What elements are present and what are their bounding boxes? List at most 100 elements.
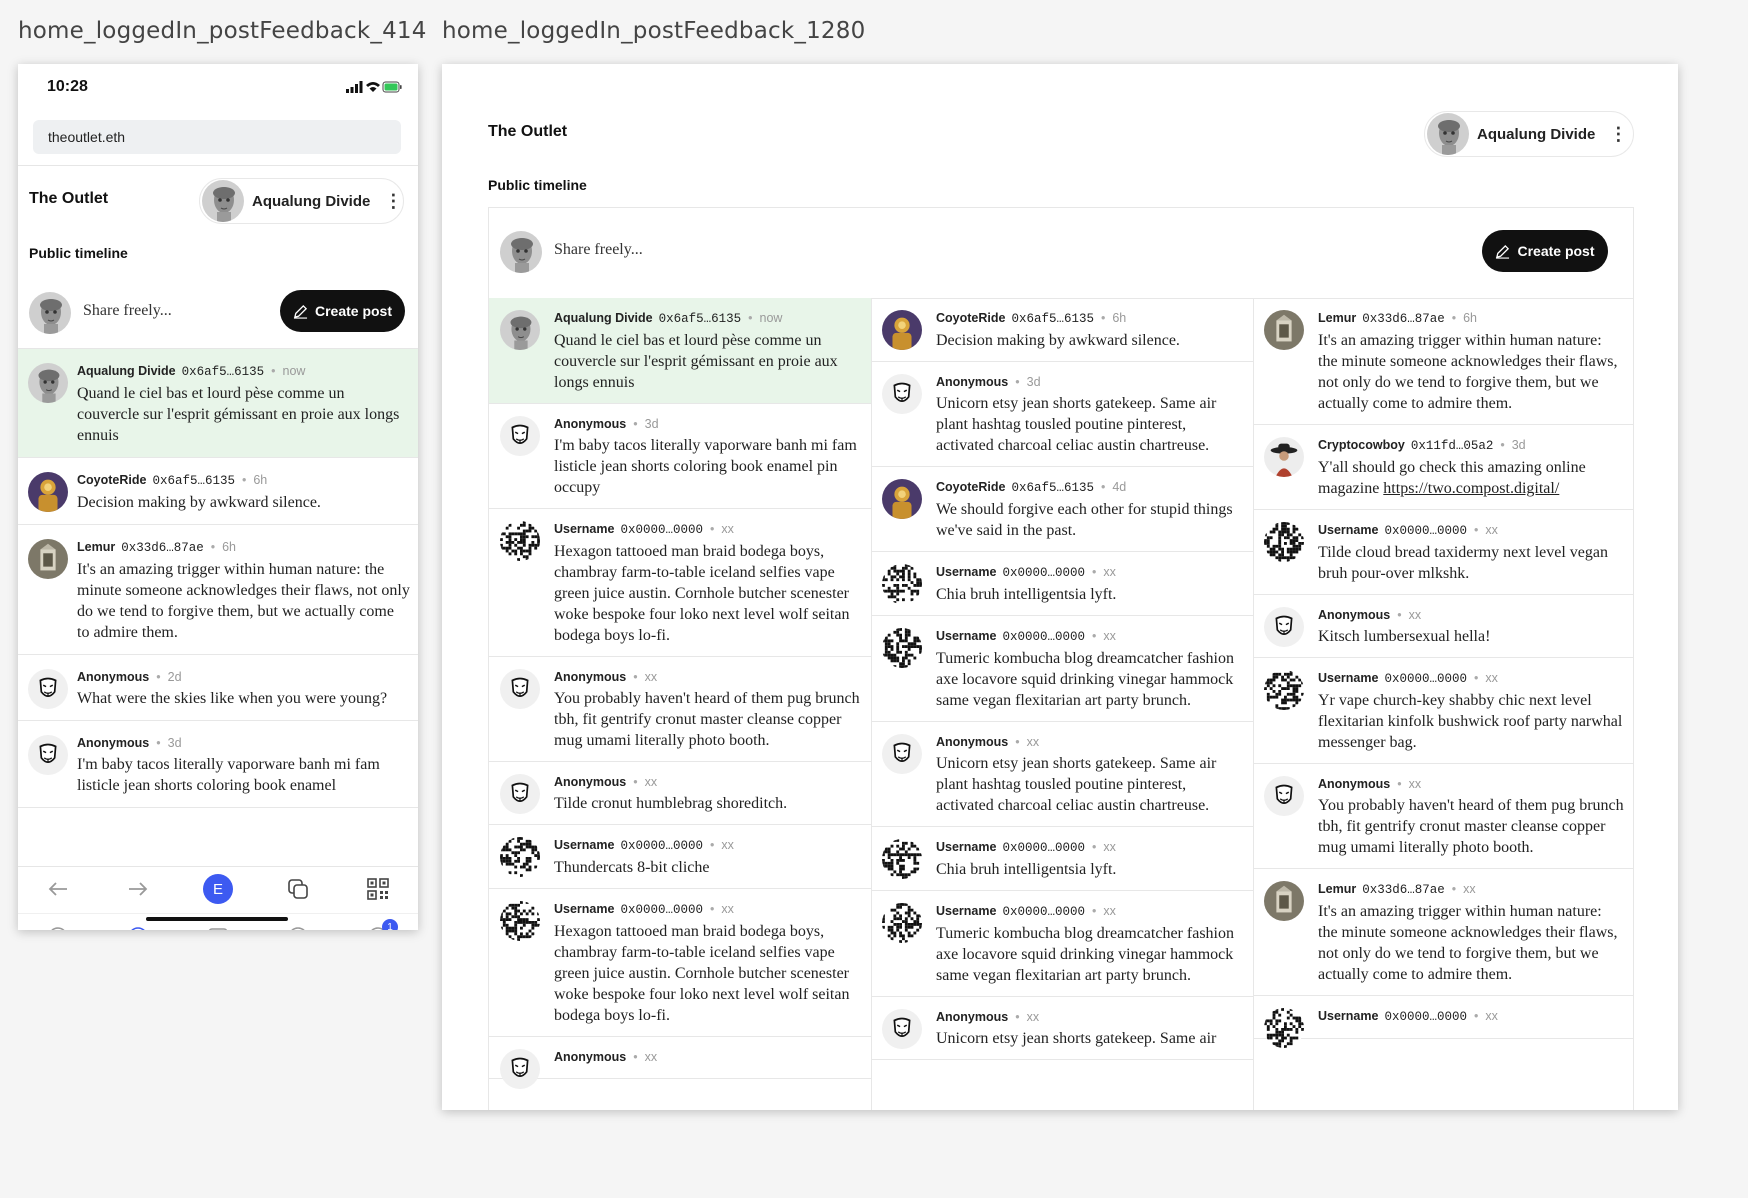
feed-post[interactable]: Anonymous • xx Unicorn etsy jean shorts gat…: [871, 997, 1253, 1060]
post-avatar[interactable]: [28, 363, 68, 403]
post-avatar[interactable]: [882, 628, 922, 668]
post-author[interactable]: Username: [1318, 1009, 1378, 1023]
post-avatar[interactable]: [1264, 881, 1304, 921]
post-avatar[interactable]: [882, 564, 922, 604]
feed-post[interactable]: Lemur 0x33d6…87ae • 6h It's an amazing trigg…: [18, 525, 418, 655]
feed-post[interactable]: CoyoteRide 0x6af5…6135 • 6h Decision making …: [871, 298, 1253, 362]
post-author[interactable]: Lemur: [1318, 311, 1356, 325]
post-author[interactable]: Username: [554, 838, 614, 852]
post-author[interactable]: Cryptocowboy: [1318, 438, 1405, 452]
post-avatar[interactable]: [882, 374, 922, 414]
post-author[interactable]: Lemur: [77, 540, 115, 554]
post-avatar[interactable]: [500, 774, 540, 814]
post-avatar[interactable]: [1264, 437, 1304, 477]
feed-post[interactable]: Anonymous • 3d Unicorn etsy jean shorts gat…: [871, 362, 1253, 467]
post-author[interactable]: CoyoteRide: [936, 311, 1005, 325]
post-avatar[interactable]: [882, 903, 922, 943]
chat-icon[interactable]: [38, 917, 78, 930]
post-author[interactable]: Anonymous: [554, 417, 626, 431]
create-post-button[interactable]: Create post: [1482, 230, 1608, 272]
post-author[interactable]: Username: [554, 522, 614, 536]
feed-post[interactable]: Username 0x0000…0000 • xx Chia bruh intellig…: [871, 827, 1253, 891]
tabs-icon[interactable]: [278, 869, 318, 909]
feed-post[interactable]: CoyoteRide 0x6af5…6135 • 6h Decision making …: [18, 458, 418, 525]
post-author[interactable]: Username: [1318, 671, 1378, 685]
post-author[interactable]: Aqualung Divide: [77, 364, 176, 378]
post-avatar[interactable]: [1264, 310, 1304, 350]
feed-post[interactable]: Anonymous • xx You probably haven't heard o…: [1253, 764, 1633, 869]
post-avatar[interactable]: [28, 539, 68, 579]
post-avatar[interactable]: [882, 310, 922, 350]
url-bar[interactable]: theoutlet.eth: [33, 120, 401, 154]
forward-icon[interactable]: [118, 869, 158, 909]
post-avatar[interactable]: [500, 310, 540, 350]
post-author[interactable]: Anonymous: [77, 670, 149, 684]
post-avatar[interactable]: [882, 734, 922, 774]
wallet-button[interactable]: E: [198, 869, 238, 909]
post-avatar[interactable]: [882, 1009, 922, 1049]
feed-post[interactable]: Anonymous • 2d What were the skies like whe…: [18, 655, 418, 721]
post-avatar[interactable]: [1264, 776, 1304, 816]
post-author[interactable]: Username: [936, 629, 996, 643]
feed-post[interactable]: Anonymous • xx Tilde cronut humblebrag shor…: [489, 762, 871, 825]
post-link[interactable]: https://two.compost.digital/: [1383, 480, 1559, 497]
post-author[interactable]: Username: [936, 840, 996, 854]
post-author[interactable]: Anonymous: [77, 736, 149, 750]
post-author[interactable]: Anonymous: [554, 775, 626, 789]
post-author[interactable]: Username: [1318, 523, 1378, 537]
post-avatar[interactable]: [1264, 522, 1304, 562]
post-avatar[interactable]: [1264, 1008, 1304, 1048]
post-avatar[interactable]: [882, 479, 922, 519]
feed-post[interactable]: Anonymous • xx Unicorn etsy jean shorts gat…: [871, 722, 1253, 827]
post-avatar[interactable]: [1264, 670, 1304, 710]
post-author[interactable]: Username: [936, 565, 996, 579]
feed-post[interactable]: Anonymous • xx: [489, 1037, 871, 1089]
post-author[interactable]: Anonymous: [936, 1010, 1008, 1024]
feed-post[interactable]: Lemur 0x33d6…87ae • xx It's an amazing trigg…: [1253, 869, 1633, 996]
post-avatar[interactable]: [28, 735, 68, 775]
post-author[interactable]: Anonymous: [554, 670, 626, 684]
post-author[interactable]: Anonymous: [936, 735, 1008, 749]
post-author[interactable]: Anonymous: [1318, 608, 1390, 622]
post-avatar[interactable]: [1264, 607, 1304, 647]
post-avatar[interactable]: [28, 472, 68, 512]
more-menu-icon[interactable]: ⋮: [384, 191, 402, 212]
feed-post[interactable]: Username 0x0000…0000 • xx: [1253, 996, 1633, 1048]
qr-code-icon[interactable]: [358, 869, 398, 909]
post-author[interactable]: CoyoteRide: [936, 480, 1005, 494]
post-avatar[interactable]: [882, 839, 922, 879]
back-icon[interactable]: [38, 869, 78, 909]
post-author[interactable]: Lemur: [1318, 882, 1356, 896]
feed-post[interactable]: Username 0x0000…0000 • xx Chia bruh intellig…: [871, 552, 1253, 616]
feed-post[interactable]: Lemur 0x33d6…87ae • 6h It's an amazing trigg…: [1253, 298, 1633, 425]
feed-post[interactable]: Username 0x0000…0000 • xx Hexagon tattooed m…: [489, 509, 871, 657]
profile-icon[interactable]: 1: [358, 917, 398, 930]
post-avatar[interactable]: [500, 837, 540, 877]
feed-post[interactable]: Username 0x0000…0000 • xx Yr vape church-key…: [1253, 658, 1633, 764]
post-avatar[interactable]: [500, 521, 540, 561]
feed-post[interactable]: Anonymous • xx Kitsch lumbersexual hella!: [1253, 595, 1633, 658]
feed-post[interactable]: Aqualung Divide 0x6af5…6135 • now Quand le c…: [489, 298, 871, 404]
post-author[interactable]: Username: [936, 904, 996, 918]
feed-post[interactable]: Username 0x0000…0000 • xx Thundercats 8-bit …: [489, 825, 871, 889]
share-input[interactable]: Share freely...: [554, 241, 643, 259]
feed-post[interactable]: Anonymous • xx You probably haven't heard o…: [489, 657, 871, 762]
feed-post[interactable]: Username 0x0000…0000 • xx Tumeric kombucha b…: [871, 616, 1253, 722]
post-author[interactable]: Aqualung Divide: [554, 311, 653, 325]
post-avatar[interactable]: [500, 1049, 540, 1089]
post-author[interactable]: Anonymous: [1318, 777, 1390, 791]
post-avatar[interactable]: [500, 901, 540, 941]
share-input[interactable]: Share freely...: [83, 302, 172, 320]
user-menu[interactable]: Aqualung Divide ⋮: [199, 178, 404, 224]
post-author[interactable]: Anonymous: [936, 375, 1008, 389]
feed-post[interactable]: Aqualung Divide 0x6af5…6135 • now Quand le c…: [18, 349, 418, 458]
post-avatar[interactable]: [500, 669, 540, 709]
feed-post[interactable]: Cryptocowboy 0x11fd…05a2 • 3d Y'all should g…: [1253, 425, 1633, 510]
more-menu-icon[interactable]: ⋮: [1609, 124, 1627, 145]
feed-post[interactable]: CoyoteRide 0x6af5…6135 • 4d We should forgiv…: [871, 467, 1253, 552]
post-author[interactable]: Anonymous: [554, 1050, 626, 1064]
feed-post[interactable]: Anonymous • 3d I'm baby tacos literally vap…: [489, 404, 871, 509]
feed-post[interactable]: Username 0x0000…0000 • xx Tilde cloud bread …: [1253, 510, 1633, 595]
feed-post[interactable]: Anonymous • 3d I'm baby tacos literally vap…: [18, 721, 418, 808]
feed-post[interactable]: Username 0x0000…0000 • xx Tumeric kombucha b…: [871, 891, 1253, 997]
